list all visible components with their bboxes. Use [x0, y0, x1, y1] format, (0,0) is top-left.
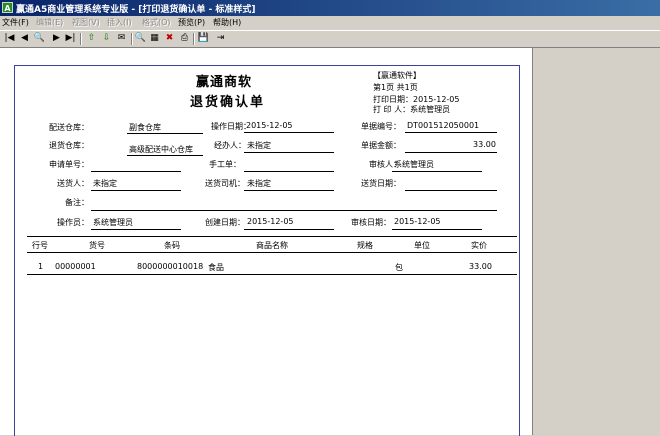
field-underline — [392, 171, 482, 172]
menu-format[interactable]: 格式(O) — [142, 17, 171, 28]
field-underline — [91, 171, 181, 172]
toolbar: |◀ ◀ 🔍 ▶ ▶| ⇧ ⇩ ✉ 🔍 ▦ ✖ ⎙ 💾 ⇥ — [0, 31, 660, 48]
delivery-warehouse-label: 配送仓库： — [49, 123, 89, 132]
table-cell: 00000001 — [55, 262, 96, 271]
doc-no-label: 单据编号： — [361, 122, 401, 131]
design-button[interactable]: ▦ — [148, 32, 161, 45]
side-panel — [533, 48, 660, 435]
delivery-warehouse-value: 副食仓库 — [129, 123, 161, 132]
table-header-unit: 单位 — [414, 241, 430, 250]
prev-page-button[interactable]: ◀ — [18, 32, 31, 45]
table-cell: 1 — [38, 262, 44, 271]
create-date-value: 2015-12-05 — [247, 217, 294, 226]
field-underline — [91, 229, 181, 230]
op-date-label: 操作日期： — [211, 122, 251, 131]
return-warehouse-label: 退货仓库： — [49, 141, 89, 150]
doc-amount-label: 单据金额： — [361, 141, 401, 150]
print-button[interactable]: ⎙ — [178, 32, 191, 45]
remark-label: 备注： — [65, 198, 89, 207]
table-header-barcode: 条码 — [164, 241, 180, 250]
exit-button[interactable]: ⇥ — [214, 32, 227, 45]
delete-button[interactable]: ✖ — [163, 32, 176, 45]
handler-label: 经办人： — [214, 141, 246, 150]
menu-help[interactable]: 帮助(H) — [213, 17, 241, 28]
move-down-button[interactable]: ⇩ — [100, 32, 113, 45]
app-icon: A — [2, 2, 13, 13]
table-top-line — [27, 236, 517, 237]
field-underline — [127, 155, 203, 156]
table-cell: 8000000010018 — [137, 262, 204, 271]
return-warehouse-value: 高级配送中心仓库 — [129, 145, 193, 154]
field-underline — [405, 152, 497, 153]
menu-view[interactable]: 视图(V) — [72, 17, 100, 28]
table-header-line-no: 行号 — [32, 241, 48, 250]
field-underline — [405, 132, 497, 133]
menu-insert[interactable]: 插入(I) — [107, 17, 132, 28]
report-page: 赢通商软 退货确认单 【赢通软件】 第1页 共1页 打印日期：2015-12-0… — [14, 65, 520, 436]
menu-bar: 文件(F) 编辑(E) 视图(V) 插入(I) 格式(O) 预览(P) 帮助(H… — [0, 16, 660, 31]
menu-file[interactable]: 文件(F) — [2, 17, 29, 28]
reviewer-value: 系统管理员 — [394, 160, 434, 169]
create-date-label: 创建日期： — [205, 218, 245, 227]
table-cell: 33.00 — [469, 262, 492, 271]
table-header-price: 实价 — [471, 241, 487, 250]
doc-no-value: DT001512050001 — [407, 121, 480, 130]
save-button[interactable]: 💾 — [197, 32, 210, 45]
next-page-button[interactable]: ▶ — [50, 32, 63, 45]
field-underline — [244, 132, 334, 133]
field-underline — [244, 190, 334, 191]
field-underline — [127, 133, 203, 134]
table-cell: 食品 — [208, 263, 224, 272]
table-bottom-line — [27, 274, 517, 275]
software-label: 【赢通软件】 — [373, 71, 421, 80]
review-date-value: 2015-12-05 — [394, 217, 441, 226]
operator-label: 操作员： — [57, 218, 89, 227]
table-cell: 包 — [395, 263, 403, 272]
move-up-button[interactable]: ⇧ — [85, 32, 98, 45]
deliverer-value: 未指定 — [93, 179, 117, 188]
toolbar-separator — [193, 33, 195, 45]
menu-preview[interactable]: 预览(P) — [178, 17, 205, 28]
document-title: 退货确认单 — [190, 95, 266, 110]
field-underline — [91, 210, 497, 211]
driver-value: 未指定 — [247, 179, 271, 188]
toolbar-separator — [80, 33, 82, 45]
handler-value: 未指定 — [247, 141, 271, 150]
field-underline — [244, 152, 334, 153]
page-info: 第1页 共1页 — [373, 83, 418, 92]
request-no-label: 申请单号： — [49, 160, 89, 169]
first-page-button[interactable]: |◀ — [3, 32, 16, 45]
op-date-value: 2015-12-05 — [246, 121, 293, 130]
delivery-date-label: 送货日期： — [361, 179, 401, 188]
email-button[interactable]: ✉ — [115, 32, 128, 45]
company-name: 赢通商软 — [196, 75, 253, 90]
driver-label: 送货司机： — [205, 179, 245, 188]
table-header-spec: 规格 — [357, 241, 373, 250]
operator-value: 系统管理员 — [93, 218, 133, 227]
table-header-line — [27, 252, 517, 253]
last-page-button[interactable]: ▶| — [64, 32, 77, 45]
menu-edit[interactable]: 编辑(E) — [36, 17, 63, 28]
title-bar: A 赢通A5商业管理系统专业版 - [打印退货确认单 - 标准样式] — [0, 0, 660, 16]
table-header-item-no: 货号 — [89, 241, 105, 250]
zoom-button[interactable]: 🔍 — [33, 32, 46, 45]
field-underline — [244, 171, 334, 172]
toolbar-separator — [131, 33, 133, 45]
doc-amount-value: 33.00 — [473, 140, 496, 149]
field-underline — [91, 190, 181, 191]
window-title: 赢通A5商业管理系统专业版 - [打印退货确认单 - 标准样式] — [16, 5, 256, 15]
search-button[interactable]: 🔍 — [134, 32, 147, 45]
field-underline — [392, 229, 482, 230]
field-underline — [405, 190, 497, 191]
review-date-label: 审核日期： — [351, 218, 391, 227]
table-header-product-name: 商品名称 — [256, 241, 288, 250]
deliverer-label: 送货人： — [57, 179, 89, 188]
field-underline — [244, 229, 334, 230]
printer-name: 打 印 人：系统管理员 — [373, 105, 451, 114]
manual-no-label: 手工单： — [209, 160, 241, 169]
